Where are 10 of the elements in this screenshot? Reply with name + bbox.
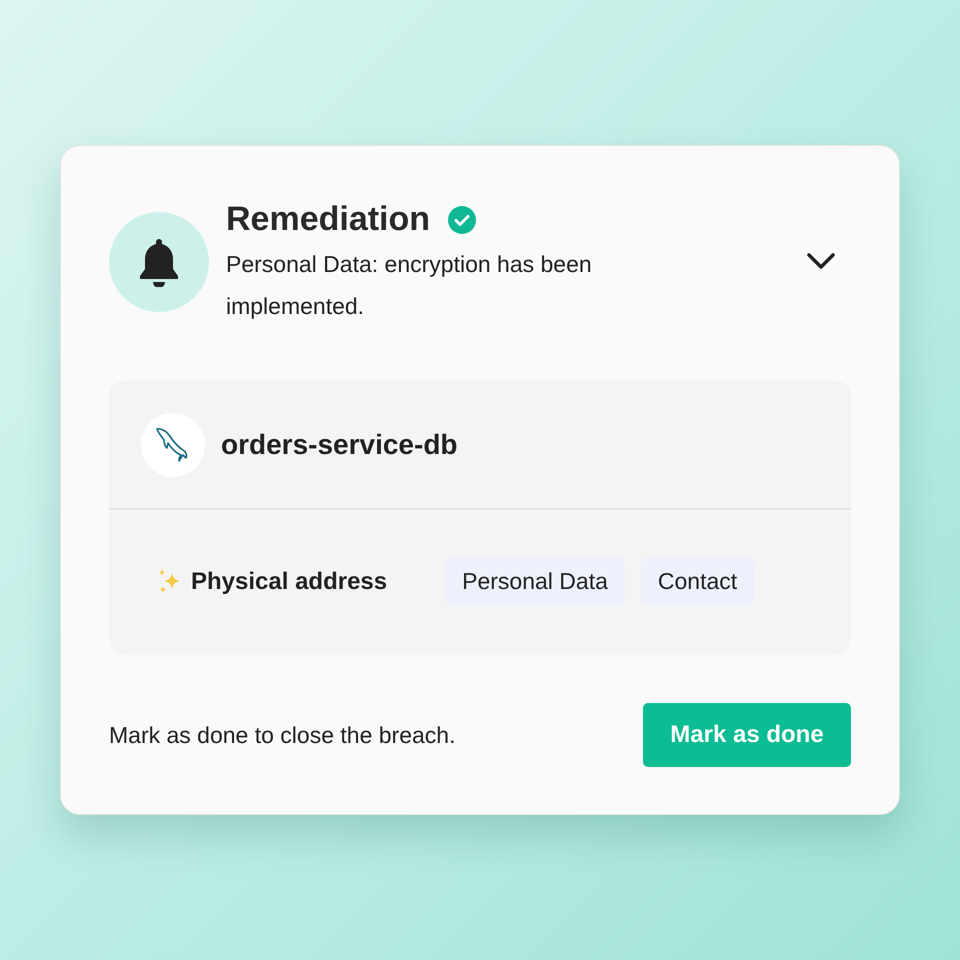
chevron-down-icon[interactable] [806,252,836,270]
finding-label: Physical address [191,568,388,596]
remediation-description: Personal Data: encryption has been implemented. [226,250,593,321]
tag: Contact [640,558,754,605]
card-title: Remediation [226,200,430,239]
mark-done-button[interactable]: Mark as done [643,703,851,767]
tag: Personal Data [445,558,625,605]
check-circle-icon [448,206,476,234]
database-name: orders-service-db [221,428,458,460]
footer-hint: Mark as done to close the breach. [109,722,456,748]
